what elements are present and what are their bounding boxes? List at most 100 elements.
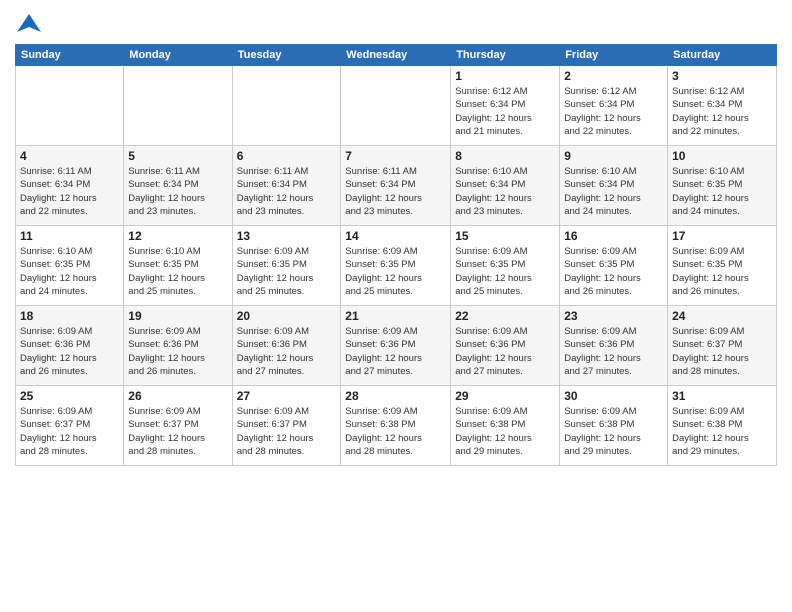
day-info: Sunrise: 6:09 AM Sunset: 6:36 PM Dayligh… bbox=[455, 325, 555, 378]
day-number: 17 bbox=[672, 229, 772, 243]
day-info: Sunrise: 6:09 AM Sunset: 6:38 PM Dayligh… bbox=[672, 405, 772, 458]
day-cell: 30 Sunrise: 6:09 AM Sunset: 6:38 PM Dayli… bbox=[560, 386, 668, 466]
day-info: Sunrise: 6:09 AM Sunset: 6:37 PM Dayligh… bbox=[128, 405, 227, 458]
day-number: 7 bbox=[345, 149, 446, 163]
day-info: Sunrise: 6:09 AM Sunset: 6:36 PM Dayligh… bbox=[237, 325, 337, 378]
day-number: 26 bbox=[128, 389, 227, 403]
weekday-header-wednesday: Wednesday bbox=[341, 45, 451, 66]
day-cell: 6 Sunrise: 6:11 AM Sunset: 6:34 PM Daylig… bbox=[232, 146, 341, 226]
day-number: 18 bbox=[20, 309, 119, 323]
day-number: 22 bbox=[455, 309, 555, 323]
day-cell: 21 Sunrise: 6:09 AM Sunset: 6:36 PM Dayli… bbox=[341, 306, 451, 386]
day-cell: 17 Sunrise: 6:09 AM Sunset: 6:35 PM Dayli… bbox=[668, 226, 777, 306]
day-number: 14 bbox=[345, 229, 446, 243]
day-number: 16 bbox=[564, 229, 663, 243]
week-row-1: 1 Sunrise: 6:12 AM Sunset: 6:34 PM Daylig… bbox=[16, 66, 777, 146]
day-number: 2 bbox=[564, 69, 663, 83]
day-number: 11 bbox=[20, 229, 119, 243]
day-info: Sunrise: 6:11 AM Sunset: 6:34 PM Dayligh… bbox=[128, 165, 227, 218]
day-number: 20 bbox=[237, 309, 337, 323]
day-cell: 3 Sunrise: 6:12 AM Sunset: 6:34 PM Daylig… bbox=[668, 66, 777, 146]
day-number: 4 bbox=[20, 149, 119, 163]
day-number: 10 bbox=[672, 149, 772, 163]
logo bbox=[15, 10, 47, 38]
day-cell: 31 Sunrise: 6:09 AM Sunset: 6:38 PM Dayli… bbox=[668, 386, 777, 466]
day-cell bbox=[232, 66, 341, 146]
day-cell: 25Sunrise: 6:09 AM Sunset: 6:37 PM Dayli… bbox=[16, 386, 124, 466]
weekday-header-saturday: Saturday bbox=[668, 45, 777, 66]
day-number: 23 bbox=[564, 309, 663, 323]
day-number: 1 bbox=[455, 69, 555, 83]
day-cell: 23 Sunrise: 6:09 AM Sunset: 6:36 PM Dayli… bbox=[560, 306, 668, 386]
calendar-table: SundayMondayTuesdayWednesdayThursdayFrid… bbox=[15, 44, 777, 466]
day-info: Sunrise: 6:09 AM Sunset: 6:35 PM Dayligh… bbox=[455, 245, 555, 298]
day-number: 27 bbox=[237, 389, 337, 403]
day-info: Sunrise: 6:09 AM Sunset: 6:35 PM Dayligh… bbox=[564, 245, 663, 298]
weekday-header-tuesday: Tuesday bbox=[232, 45, 341, 66]
day-cell: 22 Sunrise: 6:09 AM Sunset: 6:36 PM Dayli… bbox=[451, 306, 560, 386]
week-row-5: 25Sunrise: 6:09 AM Sunset: 6:37 PM Dayli… bbox=[16, 386, 777, 466]
week-row-3: 11 Sunrise: 6:10 AM Sunset: 6:35 PM Dayli… bbox=[16, 226, 777, 306]
page: SundayMondayTuesdayWednesdayThursdayFrid… bbox=[0, 0, 792, 612]
day-number: 21 bbox=[345, 309, 446, 323]
day-cell: 24 Sunrise: 6:09 AM Sunset: 6:37 PM Dayli… bbox=[668, 306, 777, 386]
day-cell: 10 Sunrise: 6:10 AM Sunset: 6:35 PM Dayli… bbox=[668, 146, 777, 226]
day-number: 9 bbox=[564, 149, 663, 163]
day-number: 29 bbox=[455, 389, 555, 403]
day-number: 31 bbox=[672, 389, 772, 403]
day-info: Sunrise: 6:09 AM Sunset: 6:38 PM Dayligh… bbox=[564, 405, 663, 458]
day-info: Sunrise: 6:09 AM Sunset: 6:38 PM Dayligh… bbox=[455, 405, 555, 458]
day-cell: 20 Sunrise: 6:09 AM Sunset: 6:36 PM Dayli… bbox=[232, 306, 341, 386]
day-info: Sunrise: 6:09 AM Sunset: 6:36 PM Dayligh… bbox=[20, 325, 119, 378]
day-info: Sunrise: 6:09 AM Sunset: 6:37 PM Dayligh… bbox=[672, 325, 772, 378]
day-info: Sunrise: 6:11 AM Sunset: 6:34 PM Dayligh… bbox=[345, 165, 446, 218]
day-info: Sunrise: 6:12 AM Sunset: 6:34 PM Dayligh… bbox=[672, 85, 772, 138]
day-cell: 5 Sunrise: 6:11 AM Sunset: 6:34 PM Daylig… bbox=[124, 146, 232, 226]
day-info: Sunrise: 6:10 AM Sunset: 6:34 PM Dayligh… bbox=[455, 165, 555, 218]
day-cell: 2Sunrise: 6:12 AM Sunset: 6:34 PM Daylig… bbox=[560, 66, 668, 146]
day-number: 3 bbox=[672, 69, 772, 83]
weekday-header-thursday: Thursday bbox=[451, 45, 560, 66]
day-info: Sunrise: 6:09 AM Sunset: 6:36 PM Dayligh… bbox=[345, 325, 446, 378]
day-cell: 13 Sunrise: 6:09 AM Sunset: 6:35 PM Dayli… bbox=[232, 226, 341, 306]
weekday-header-row: SundayMondayTuesdayWednesdayThursdayFrid… bbox=[16, 45, 777, 66]
week-row-2: 4 Sunrise: 6:11 AM Sunset: 6:34 PM Daylig… bbox=[16, 146, 777, 226]
weekday-header-monday: Monday bbox=[124, 45, 232, 66]
day-cell: 1 Sunrise: 6:12 AM Sunset: 6:34 PM Daylig… bbox=[451, 66, 560, 146]
day-info: Sunrise: 6:09 AM Sunset: 6:35 PM Dayligh… bbox=[672, 245, 772, 298]
logo-icon bbox=[15, 10, 43, 38]
day-cell bbox=[341, 66, 451, 146]
day-cell: 4 Sunrise: 6:11 AM Sunset: 6:34 PM Daylig… bbox=[16, 146, 124, 226]
day-cell: 11 Sunrise: 6:10 AM Sunset: 6:35 PM Dayli… bbox=[16, 226, 124, 306]
day-info: Sunrise: 6:10 AM Sunset: 6:35 PM Dayligh… bbox=[128, 245, 227, 298]
day-number: 12 bbox=[128, 229, 227, 243]
weekday-header-sunday: Sunday bbox=[16, 45, 124, 66]
day-cell: 9Sunrise: 6:10 AM Sunset: 6:34 PM Daylig… bbox=[560, 146, 668, 226]
day-number: 13 bbox=[237, 229, 337, 243]
day-info: Sunrise: 6:12 AM Sunset: 6:34 PM Dayligh… bbox=[455, 85, 555, 138]
header bbox=[15, 10, 777, 38]
day-cell: 26 Sunrise: 6:09 AM Sunset: 6:37 PM Dayli… bbox=[124, 386, 232, 466]
day-cell: 14 Sunrise: 6:09 AM Sunset: 6:35 PM Dayli… bbox=[341, 226, 451, 306]
day-number: 5 bbox=[128, 149, 227, 163]
day-number: 8 bbox=[455, 149, 555, 163]
day-info: Sunrise: 6:09 AM Sunset: 6:38 PM Dayligh… bbox=[345, 405, 446, 458]
day-info: Sunrise: 6:09 AM Sunset: 6:37 PM Dayligh… bbox=[20, 405, 119, 458]
day-cell: 19Sunrise: 6:09 AM Sunset: 6:36 PM Dayli… bbox=[124, 306, 232, 386]
day-cell: 7 Sunrise: 6:11 AM Sunset: 6:34 PM Daylig… bbox=[341, 146, 451, 226]
day-number: 6 bbox=[237, 149, 337, 163]
day-number: 30 bbox=[564, 389, 663, 403]
day-info: Sunrise: 6:09 AM Sunset: 6:37 PM Dayligh… bbox=[237, 405, 337, 458]
day-info: Sunrise: 6:11 AM Sunset: 6:34 PM Dayligh… bbox=[20, 165, 119, 218]
day-number: 15 bbox=[455, 229, 555, 243]
day-info: Sunrise: 6:11 AM Sunset: 6:34 PM Dayligh… bbox=[237, 165, 337, 218]
day-info: Sunrise: 6:10 AM Sunset: 6:35 PM Dayligh… bbox=[672, 165, 772, 218]
day-info: Sunrise: 6:09 AM Sunset: 6:35 PM Dayligh… bbox=[345, 245, 446, 298]
day-info: Sunrise: 6:09 AM Sunset: 6:35 PM Dayligh… bbox=[237, 245, 337, 298]
day-cell: 18 Sunrise: 6:09 AM Sunset: 6:36 PM Dayli… bbox=[16, 306, 124, 386]
day-cell bbox=[124, 66, 232, 146]
day-info: Sunrise: 6:10 AM Sunset: 6:35 PM Dayligh… bbox=[20, 245, 119, 298]
day-info: Sunrise: 6:09 AM Sunset: 6:36 PM Dayligh… bbox=[564, 325, 663, 378]
day-number: 24 bbox=[672, 309, 772, 323]
day-cell: 15 Sunrise: 6:09 AM Sunset: 6:35 PM Dayli… bbox=[451, 226, 560, 306]
